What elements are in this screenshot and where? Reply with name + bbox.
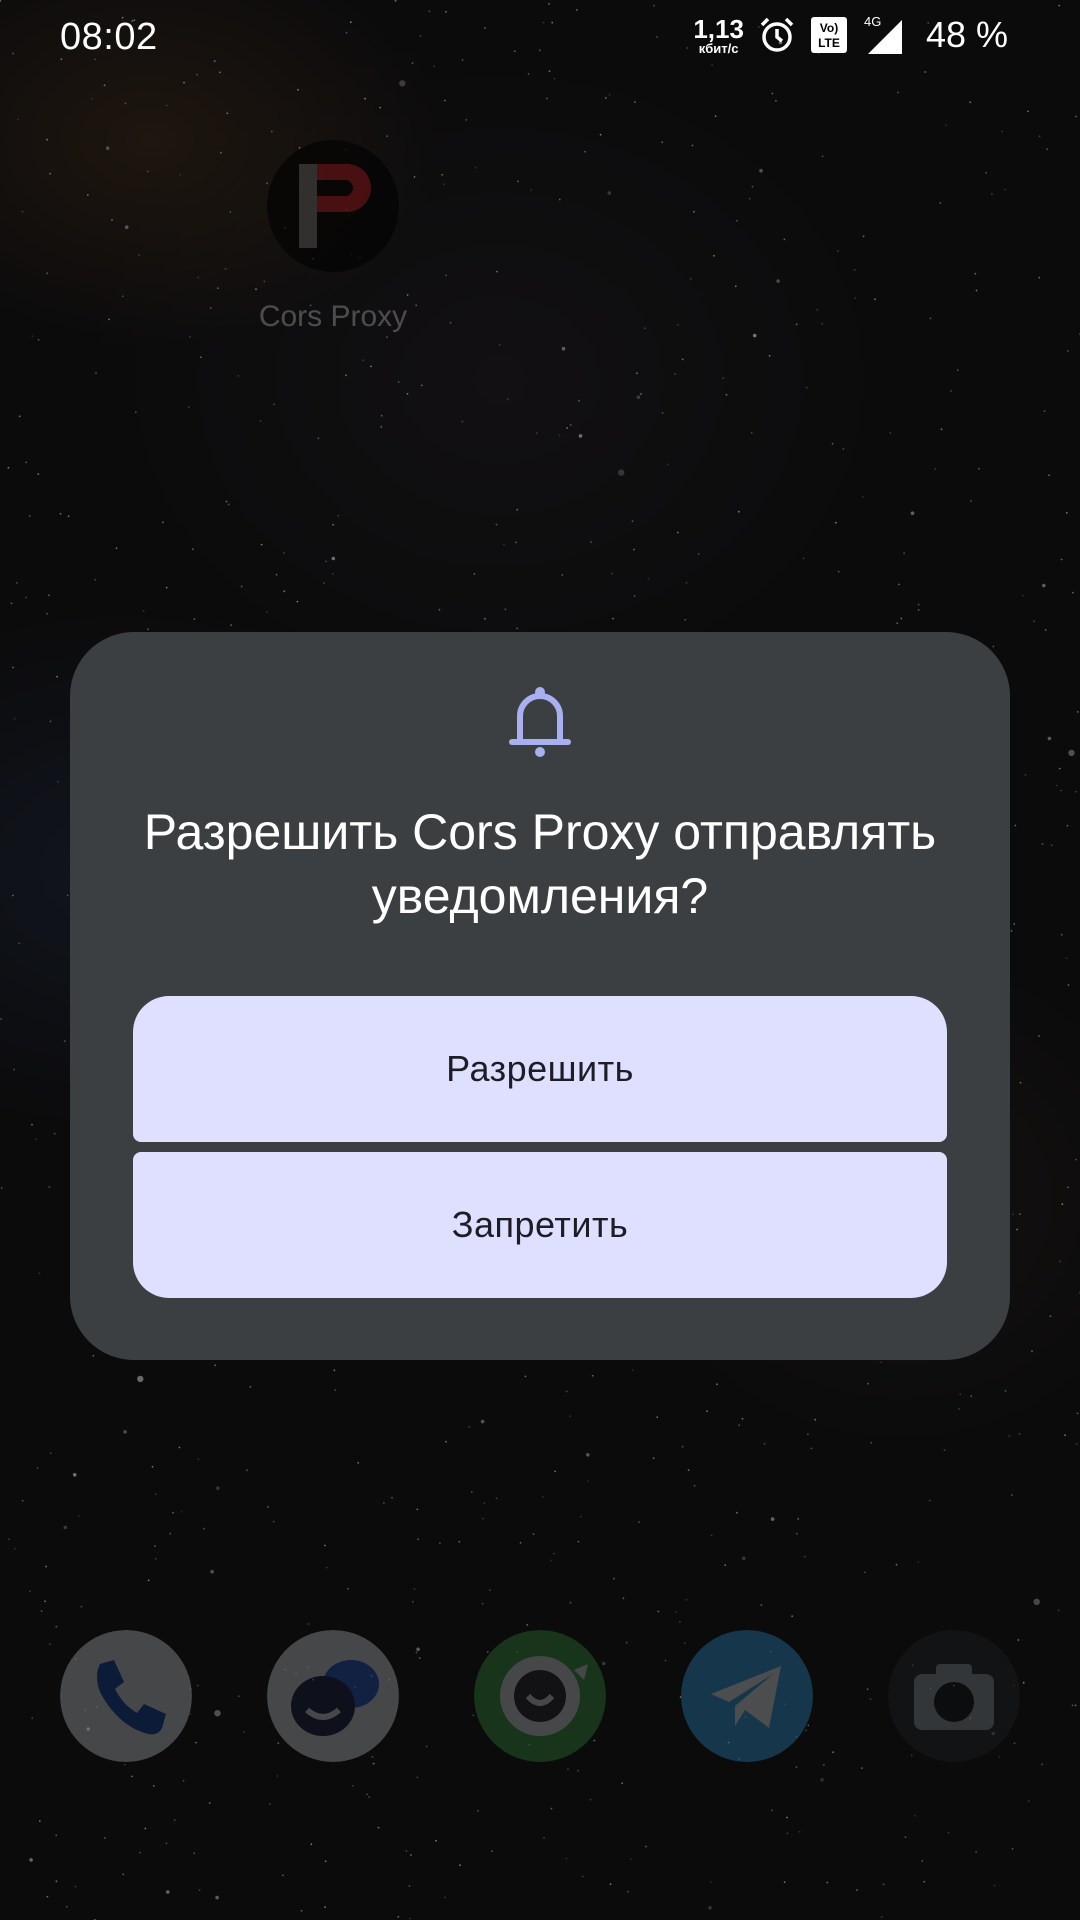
volte-icon: Vo) LTE	[810, 16, 848, 54]
volte-label-bottom: LTE	[818, 36, 840, 50]
allow-button[interactable]: Разрешить	[133, 996, 947, 1142]
screen: Cors Proxy 08:02 1,13 кбит/с Vo) LTE 4G …	[0, 0, 1080, 1920]
status-bar: 08:02 1,13 кбит/с Vo) LTE 4G 48 %	[0, 0, 1080, 76]
status-icons: 1,13 кбит/с Vo) LTE 4G 48 %	[693, 14, 1008, 56]
battery-percent: 48 %	[925, 14, 1008, 55]
signal-icon: 4G	[862, 14, 906, 56]
deny-button[interactable]: Запретить	[133, 1152, 947, 1298]
status-time: 08:02	[60, 16, 158, 58]
bell-icon	[506, 684, 574, 760]
volte-label-top: Vo)	[820, 21, 838, 35]
notification-permission-dialog: Разрешить Cors Proxy отправлять уведомле…	[70, 632, 1010, 1360]
network-speed: 1,13 кбит/с	[693, 16, 744, 55]
network-type: 4G	[864, 14, 881, 29]
dialog-title: Разрешить Cors Proxy отправлять уведомле…	[143, 804, 937, 924]
network-speed-unit: кбит/с	[698, 40, 739, 56]
network-speed-value: 1,13	[693, 13, 744, 44]
alarm-icon	[758, 16, 796, 54]
